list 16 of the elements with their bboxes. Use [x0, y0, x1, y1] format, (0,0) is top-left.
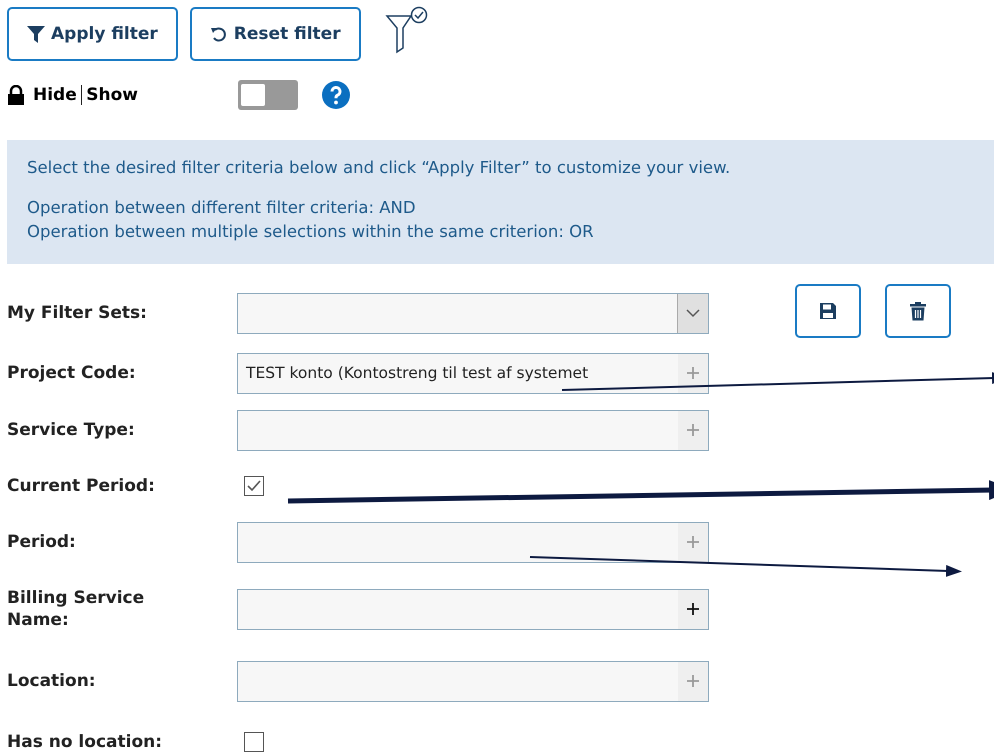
field-label: Location: — [7, 670, 97, 692]
field-label: Has no location: — [7, 731, 164, 753]
info-text: Operation between multiple selections within the same criterion: OR — [27, 221, 595, 243]
field-label: Service Type: — [7, 419, 136, 441]
field-label: Project Code: — [7, 362, 137, 384]
reset-filter-button[interactable]: Reset filter — [190, 7, 361, 61]
info-text: Select the desired filter criteria below and click “Apply Filter” to customize your view. — [27, 157, 732, 179]
field-label: My Filter Sets: — [7, 302, 148, 324]
field-label: Billing Service Name: — [7, 587, 146, 631]
apply-filter-button[interactable]: Apply filter — [7, 7, 178, 61]
info-text: Operation between different filter criteria: AND — [27, 197, 417, 219]
show-label: Show — [86, 85, 138, 105]
hide-label: Hide — [33, 85, 77, 105]
field-label: Current Period: — [7, 475, 156, 497]
field-value: TEST konto (Kontostreng til test af systemet — [245, 363, 590, 384]
field-label: Period: — [7, 531, 77, 553]
